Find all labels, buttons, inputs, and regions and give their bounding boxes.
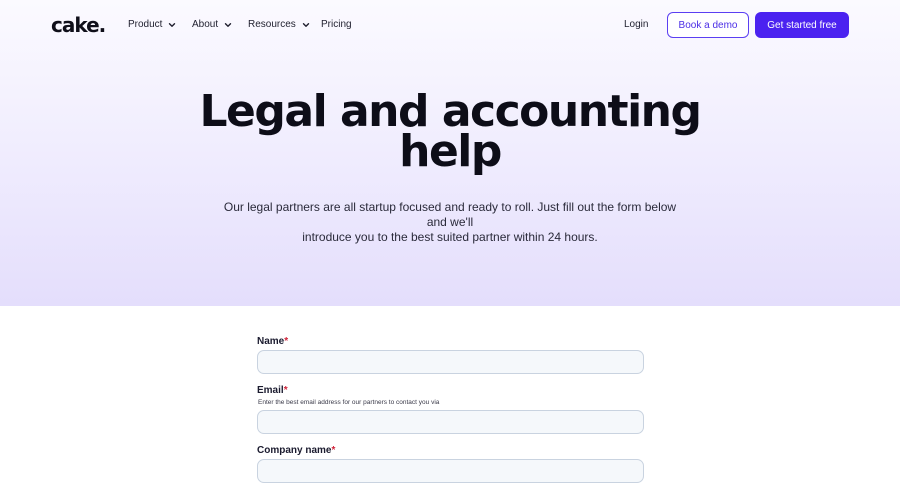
nav-item-label: Resources [248,19,296,30]
email-label: Email* [257,385,288,396]
required-marker: * [331,445,336,456]
email-hint: Enter the best email address for our par… [258,399,440,406]
nav-item-label: Pricing [321,19,352,30]
top-nav: cake. Product About Resources Pricing Lo… [0,0,900,50]
page-title: Legal and accounting help [150,90,750,174]
chevron-down-icon [301,20,311,30]
email-label-text: Email [257,385,284,396]
name-label-text: Name [257,336,285,347]
nav-item-product[interactable]: Product [128,19,177,30]
book-demo-button[interactable]: Book a demo [667,12,749,38]
nav-item-pricing[interactable]: Pricing [321,19,352,30]
company-name-label-text: Company name [257,445,332,456]
email-input[interactable] [257,410,644,434]
nav-item-label: Product [128,19,163,30]
required-marker: * [283,385,288,396]
nav-item-resources[interactable]: Resources [248,19,311,30]
hero-subtitle-line-2: introduce you to the best suited partner… [302,230,598,244]
company-name-input[interactable] [257,459,644,483]
company-name-label: Company name* [257,445,335,456]
login-link[interactable]: Login [624,19,648,30]
chevron-down-icon [223,20,233,30]
name-label: Name* [257,336,288,347]
hero-subtitle: Our legal partners are all startup focus… [215,200,685,245]
nav-item-about[interactable]: About [192,19,233,30]
cake-logo[interactable]: cake. [51,13,106,37]
page-title-line-2: help [399,126,502,177]
hero-subtitle-line-1: Our legal partners are all startup focus… [223,200,677,229]
name-input[interactable] [257,350,644,374]
chevron-down-icon [167,20,177,30]
required-marker: * [284,336,289,347]
get-started-button[interactable]: Get started free [755,12,849,38]
nav-item-label: About [192,19,219,30]
